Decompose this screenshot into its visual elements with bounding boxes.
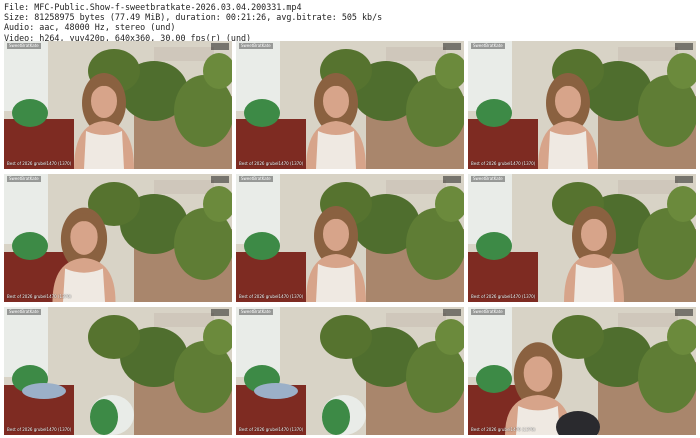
watermark-top-left: SweetBratKate [7, 176, 41, 182]
video-thumbnail: SweetBratKate Best of 2026 grubel1470 (1… [468, 174, 696, 302]
file-info-header: File: MFC-Public.Show-f-sweetbratkate-20… [4, 2, 382, 43]
video-thumbnail: SweetBratKate Best of 2026 grubel1470 (1… [468, 41, 696, 169]
watermark-top-left: SweetBratKate [471, 309, 505, 315]
audio-info-line: Audio: aac, 48000 Hz, stereo (und) [4, 22, 176, 33]
thumbnail-grid: SweetBratKate Best of 2026 grubel1470 (1… [4, 41, 696, 435]
watermark-bottom-left: Best of 2026 grubel1470 (1370) [7, 294, 72, 299]
watermark-top-right [675, 176, 693, 183]
watermark-top-left: SweetBratKate [239, 176, 273, 182]
video-thumbnail: SweetBratKate Best of 2026 grubel1470 (1… [4, 41, 232, 169]
watermark-bottom-left: Best of 2026 grubel1470 (1370) [7, 427, 72, 432]
watermark-bottom-left: Best of 2026 grubel1470 (1370) [471, 161, 536, 166]
video-thumbnail: SweetBratKate Best of 2026 grubel1470 (1… [468, 307, 696, 435]
watermark-bottom-left: Best of 2026 grubel1470 (1370) [471, 294, 536, 299]
file-name-line: File: MFC-Public.Show-f-sweetbratkate-20… [4, 2, 302, 12]
watermark-top-right [675, 309, 693, 316]
video-thumbnail: SweetBratKate Best of 2026 grubel1470 (1… [4, 307, 232, 435]
video-thumbnail: SweetBratKate Best of 2026 grubel1470 (1… [236, 174, 464, 302]
watermark-top-right [211, 43, 229, 50]
watermark-top-right [211, 176, 229, 183]
watermark-top-right [211, 309, 229, 316]
watermark-bottom-left: Best of 2026 grubel1470 (1370) [7, 161, 72, 166]
watermark-top-left: SweetBratKate [7, 43, 41, 49]
watermark-top-right [675, 43, 693, 50]
watermark-top-left: SweetBratKate [471, 176, 505, 182]
watermark-bottom-left: Best of 2026 grubel1470 (1370) [239, 161, 304, 166]
file-size-line: Size: 81258975 bytes (77.49 MiB), durati… [4, 12, 383, 23]
watermark-top-right [443, 309, 461, 316]
video-thumbnail: SweetBratKate Best of 2026 grubel1470 (1… [236, 41, 464, 169]
watermark-bottom-left: Best of 2026 grubel1470 (1370) [239, 427, 304, 432]
video-thumbnail: SweetBratKate Best of 2026 grubel1470 (1… [236, 307, 464, 435]
watermark-bottom-left: Best of 2026 grubel1470 (1370) [471, 427, 536, 432]
watermark-top-right [443, 176, 461, 183]
watermark-top-left: SweetBratKate [471, 43, 505, 49]
watermark-top-right [443, 43, 461, 50]
video-thumbnail: SweetBratKate Best of 2026 grubel1470 (1… [4, 174, 232, 302]
watermark-top-left: SweetBratKate [7, 309, 41, 315]
watermark-bottom-left: Best of 2026 grubel1470 (1370) [239, 294, 304, 299]
watermark-top-left: SweetBratKate [239, 43, 273, 49]
watermark-top-left: SweetBratKate [239, 309, 273, 315]
